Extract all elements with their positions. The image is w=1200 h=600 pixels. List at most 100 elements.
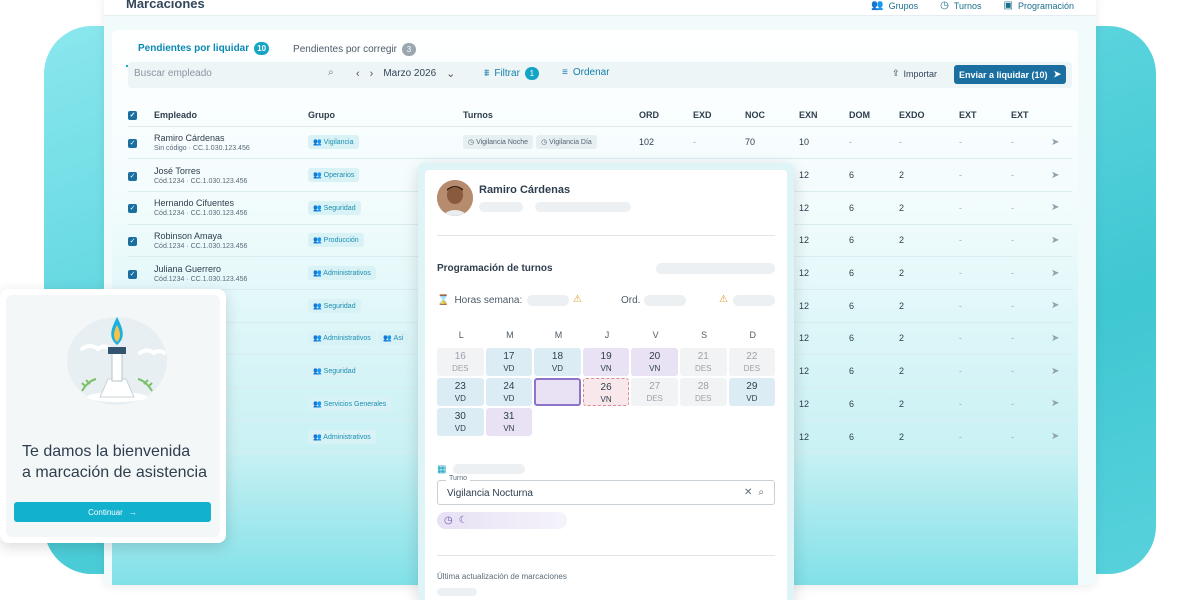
- shift-input-value: Vigilancia Nocturna: [447, 488, 533, 499]
- send-icon[interactable]: ➤: [1051, 398, 1059, 409]
- send-icon[interactable]: ➤: [1051, 300, 1059, 311]
- row-checkbox[interactable]: ✓: [128, 204, 137, 214]
- order-button[interactable]: ≡ Ordenar: [562, 67, 610, 78]
- column-header: EXT: [959, 104, 1011, 127]
- calendar-day[interactable]: 18 VD: [534, 348, 581, 376]
- chevron-left-icon[interactable]: ‹: [356, 68, 360, 80]
- calendar-day[interactable]: 20 VN: [631, 348, 678, 376]
- calendar-day[interactable]: [534, 378, 581, 406]
- users-icon: 👥: [313, 302, 322, 310]
- calendar-day[interactable]: 30 VD: [437, 408, 484, 436]
- column-header: EXN: [799, 104, 849, 127]
- employee-name: José Torres: [154, 165, 201, 176]
- send-icon[interactable]: ➤: [1051, 333, 1059, 344]
- value-cell: -: [959, 322, 1011, 356]
- users-icon: 👥: [313, 335, 322, 343]
- calendar-day[interactable]: 26 VN: [582, 378, 630, 406]
- nav-turnos[interactable]: ◷ Turnos: [940, 0, 981, 11]
- send-icon[interactable]: ➤: [1051, 202, 1059, 213]
- employee-name: Robinson Amaya: [154, 230, 223, 241]
- search-input[interactable]: Buscar empleado: [134, 68, 339, 79]
- send-icon[interactable]: ➤: [1051, 137, 1059, 148]
- search-icon[interactable]: ⌕: [328, 67, 334, 78]
- group-chip: 👥 Administrativos: [308, 266, 376, 281]
- value-cell: 6: [849, 256, 899, 290]
- table-row[interactable]: ✓ Ramiro Cárdenas Sin código · CC.1.030.12…: [128, 126, 1072, 160]
- row-checkbox[interactable]: ✓: [128, 138, 137, 148]
- nav-programacion[interactable]: ▣ Programación: [1004, 0, 1074, 11]
- chevron-down-icon[interactable]: ⌄: [446, 67, 455, 80]
- group-chip: 👥 Servicios Generales: [308, 396, 392, 411]
- value-cell: 2: [899, 420, 959, 454]
- weekday-label: M: [554, 330, 563, 340]
- users-icon: 👥: [313, 368, 322, 376]
- value-cell: 6: [849, 191, 899, 225]
- value-cell: 2: [899, 191, 959, 225]
- filter-button[interactable]: ⩩ Filtrar 1: [484, 67, 539, 80]
- calendar-week: 23 VD 24 VD 26 VN 27 DES 28 DES 29 VD: [437, 378, 777, 406]
- users-icon: 👥: [871, 0, 884, 11]
- filter-count-badge: 1: [524, 67, 539, 80]
- value-cell: -: [1011, 387, 1051, 421]
- month-selector[interactable]: Marzo 2026: [383, 68, 436, 79]
- send-icon[interactable]: ➤: [1051, 268, 1059, 279]
- value-cell: 2: [899, 158, 959, 192]
- send-icon[interactable]: ➤: [1051, 170, 1059, 181]
- users-icon: 👥: [313, 172, 322, 180]
- toolbar: Buscar empleado ⌕ ‹ › Marzo 2026 ⌄ ⩩ Filt…: [128, 62, 1072, 88]
- skeleton-placeholder: [479, 202, 523, 212]
- weekday-label: M: [506, 330, 514, 340]
- row-checkbox[interactable]: ✓: [128, 171, 137, 181]
- close-icon[interactable]: ✕: [744, 487, 752, 498]
- row-checkbox[interactable]: ✓: [128, 236, 137, 246]
- value-cell: 6: [849, 289, 899, 323]
- skeleton-placeholder: [644, 295, 686, 306]
- send-icon[interactable]: ➤: [1051, 235, 1059, 246]
- weekday-label: S: [701, 330, 708, 340]
- value-cell: 12: [799, 322, 849, 356]
- select-all-checkbox[interactable]: ✓: [128, 111, 137, 121]
- value-cell: 2: [899, 354, 959, 388]
- warning-icon: ⚠: [573, 294, 582, 305]
- calendar-day[interactable]: 28 DES: [679, 378, 727, 406]
- calendar-day[interactable]: 29 VD: [728, 378, 776, 406]
- row-checkbox[interactable]: ✓: [128, 269, 137, 279]
- value-cell: 12: [799, 354, 849, 388]
- calendar-day[interactable]: 23 VD: [437, 378, 484, 406]
- value-cell: 6: [849, 322, 899, 356]
- tab-count-badge: 10: [254, 42, 270, 55]
- clock-icon: ◷: [541, 139, 548, 147]
- calendar-day[interactable]: 27 DES: [631, 378, 678, 406]
- group-chip: 👥 Producción: [308, 233, 364, 248]
- calendar-day[interactable]: 22 DES: [728, 348, 776, 376]
- group-chip: 👥 Seguridad: [308, 298, 361, 313]
- send-to-payroll-button[interactable]: Enviar a liquidar (10) ➤: [954, 65, 1066, 84]
- value-cell: 12: [799, 191, 849, 225]
- weekday-label: L: [458, 330, 464, 340]
- shift-calendar: 16 DES 17 VD 18 VD 19 VN 20 VN 21 DES 22 DES 23 VD 24 VD 2…: [437, 348, 777, 438]
- search-icon[interactable]: ⌕: [758, 487, 764, 498]
- value-cell: -: [959, 126, 1011, 160]
- shift-input[interactable]: Turno Vigilancia Nocturna ✕ ⌕: [437, 475, 775, 505]
- column-header: DOM: [849, 104, 899, 127]
- employee-name: Hernando Cifuentes: [154, 198, 235, 209]
- weekly-hours: ⌛ Horas semana:: [437, 295, 523, 306]
- value-cell: -: [1011, 289, 1051, 323]
- calendar-day[interactable]: 19 VN: [582, 348, 630, 376]
- calendar-day[interactable]: 21 DES: [679, 348, 727, 376]
- import-button[interactable]: ⇪ Importar: [892, 68, 937, 79]
- calendar-day[interactable]: 17 VD: [485, 348, 533, 376]
- value-cell: 12: [799, 158, 849, 192]
- calendar-day[interactable]: 31 VN: [485, 408, 533, 436]
- calendar-day[interactable]: 24 VD: [485, 378, 533, 406]
- value-cell: 102: [639, 126, 693, 160]
- chevron-right-icon[interactable]: ›: [370, 68, 374, 80]
- nav-grupos[interactable]: 👥 Grupos: [871, 0, 918, 11]
- torch-illustration: [67, 317, 167, 405]
- send-icon[interactable]: ➤: [1051, 431, 1059, 442]
- value-cell: -: [959, 354, 1011, 388]
- continue-button[interactable]: Continuar →: [14, 502, 211, 522]
- send-icon[interactable]: ➤: [1051, 366, 1059, 377]
- group-chip: 👥 Administrativos: [308, 429, 376, 444]
- calendar-day[interactable]: 16 DES: [437, 348, 484, 376]
